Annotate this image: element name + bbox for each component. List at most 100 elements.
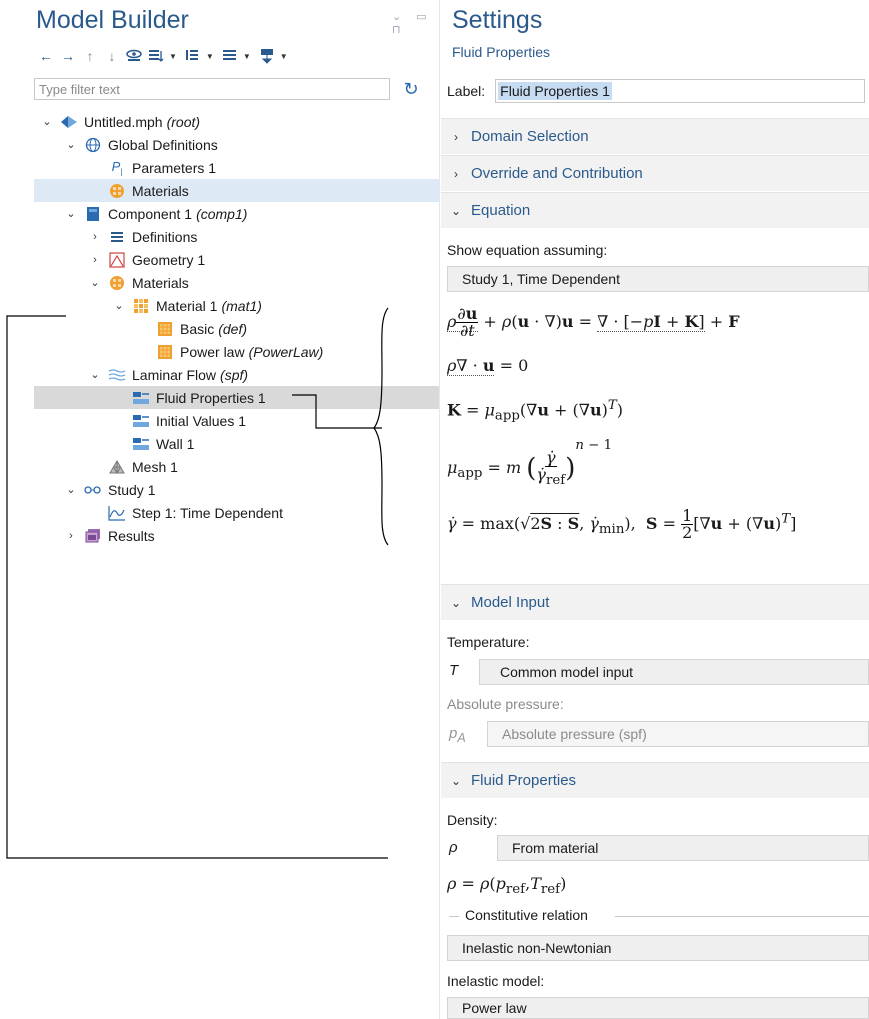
chevron-right-icon: › — [454, 166, 458, 181]
laminar-flow-icon — [108, 367, 126, 383]
forward-arrow-icon[interactable]: → — [58, 46, 78, 66]
section-domain-selection[interactable]: › Domain Selection — [441, 118, 869, 154]
tree-node[interactable]: ⌄ Materials — [34, 271, 439, 294]
section-title: Model Input — [471, 594, 550, 611]
inelastic-model-label: Inelastic model: — [447, 973, 545, 989]
tree-node-label: Material 1 — [156, 297, 218, 314]
section-title: Override and Contribution — [471, 165, 643, 182]
chevron-down-icon[interactable]: ⌄ — [88, 368, 102, 381]
temperature-symbol: T — [449, 662, 459, 679]
density-equation: ρ = ρ(pref,Tref) — [447, 874, 567, 898]
back-arrow-icon[interactable]: ← — [36, 46, 56, 66]
tree-node[interactable]: Step 1: Time Dependent — [34, 501, 439, 524]
mesh-icon — [108, 459, 126, 475]
chevron-down-icon[interactable]: ⌄ — [64, 207, 78, 220]
chevron-down-icon[interactable]: ⌄ — [64, 483, 78, 496]
section-model-input[interactable]: ⌄ Model Input — [441, 584, 869, 620]
tree-node[interactable]: Materials — [34, 179, 439, 202]
model-builder-panel: Model Builder ⌄ ▭ ⊓ ← → ↑ ↓ ▼ ▼ ▼ ▼ Type… — [34, 0, 440, 1019]
definitions-icon — [108, 229, 126, 245]
tree-node-label: Study 1 — [108, 481, 156, 498]
tree-node[interactable]: ⌄ Untitled.mph (root) — [34, 110, 439, 133]
section-title: Domain Selection — [471, 128, 589, 145]
move-up-icon[interactable]: ↑ — [80, 46, 100, 66]
filter-input[interactable]: Type filter text — [34, 78, 390, 100]
section-override-contribution[interactable]: › Override and Contribution — [441, 155, 869, 191]
tree-node[interactable]: ⌄ Laminar Flow (spf) — [34, 363, 439, 386]
tree-node-label: Parameters 1 — [132, 159, 217, 176]
model-builder-title: Model Builder — [36, 6, 189, 34]
geometry-icon — [108, 251, 126, 268]
window-controls[interactable]: ⌄ ▭ ⊓ — [392, 10, 439, 36]
tree-node-tag: (comp1) — [196, 205, 248, 222]
absolute-pressure-select: Absolute pressure (spf) — [487, 721, 869, 747]
section-title: Equation — [471, 202, 531, 219]
inelastic-model-select[interactable]: Power law — [447, 997, 869, 1019]
expand-sections-icon[interactable] — [146, 46, 166, 66]
move-down-icon[interactable]: ↓ — [102, 46, 122, 66]
group-rule — [449, 916, 459, 917]
temperature-select[interactable]: Common model input — [479, 659, 869, 685]
chevron-down-icon[interactable]: ▼ — [169, 52, 177, 61]
tree-node-label: Mesh 1 — [132, 458, 178, 475]
tree-node[interactable]: Fluid Properties 1 — [34, 386, 439, 409]
tree-node[interactable]: ⌄ Material 1 (mat1) — [34, 294, 439, 317]
materials-icon — [108, 275, 126, 291]
refresh-icon[interactable]: ↻ — [400, 78, 422, 100]
constitutive-relation-label: Constitutive relation — [465, 907, 588, 923]
results-icon — [84, 528, 102, 544]
section-equation[interactable]: ⌄ Equation — [441, 192, 869, 228]
tree-node[interactable]: Initial Values 1 — [34, 409, 439, 432]
chevron-down-icon[interactable]: ▼ — [280, 52, 288, 61]
chevron-down-icon[interactable]: ⌄ — [64, 138, 78, 151]
group-rule — [615, 916, 869, 917]
show-more-options-icon[interactable] — [124, 46, 144, 66]
tree-node[interactable]: Basic (def) — [34, 317, 439, 340]
boundary-feature-icon — [132, 436, 150, 452]
tree-node[interactable]: › Geometry 1 — [34, 248, 439, 271]
chevron-down-icon[interactable]: ▼ — [243, 52, 251, 61]
chevron-right-icon[interactable]: › — [88, 231, 102, 243]
chevron-down-icon[interactable]: ▼ — [206, 52, 214, 61]
chevron-right-icon[interactable]: › — [88, 254, 102, 266]
tree-node-label: Results — [108, 527, 155, 544]
chevron-down-icon[interactable]: ⌄ — [40, 115, 54, 128]
shear-rate-equation: γ̇ = max(√2S : S, γ̇min), S = 1 2 [∇u + (∇… — [447, 506, 797, 542]
label-field[interactable]: Fluid Properties 1 — [495, 79, 866, 103]
constitutive-relation-select[interactable]: Inelastic non-Newtonian — [447, 935, 869, 961]
chevron-down-icon: ⌄ — [450, 203, 462, 218]
tree-node-label: Wall 1 — [156, 435, 195, 452]
component-icon — [84, 206, 102, 222]
model-root-icon — [60, 114, 78, 130]
settings-panel: Settings Fluid Properties Label: Fluid P… — [441, 0, 869, 1019]
chevron-down-icon[interactable]: ⌄ — [112, 299, 126, 312]
tree-node[interactable]: Mesh 1 — [34, 455, 439, 478]
chevron-down-icon[interactable]: ⌄ — [88, 276, 102, 289]
section-fluid-properties[interactable]: ⌄ Fluid Properties — [441, 762, 869, 798]
tree-node[interactable]: › Definitions — [34, 225, 439, 248]
settings-title: Settings — [452, 6, 543, 34]
tree-node[interactable]: Power law (PowerLaw) — [34, 340, 439, 363]
list-view-icon[interactable] — [220, 46, 240, 66]
tree-node[interactable]: P| Parameters 1 — [34, 156, 439, 179]
collapse-sections-icon[interactable] — [183, 46, 203, 66]
tree-node-label: Power law — [180, 343, 245, 360]
tree-node[interactable]: Wall 1 — [34, 432, 439, 455]
tree-node[interactable]: ⌄ Component 1 (comp1) — [34, 202, 439, 225]
section-title: Fluid Properties — [471, 772, 577, 789]
stress-equation: K = μapp(∇u + (∇u)T) — [447, 398, 623, 424]
tree-node-tag: (mat1) — [221, 297, 262, 314]
tree-node-label: Step 1: Time Dependent — [132, 504, 283, 521]
materials-icon — [108, 183, 126, 199]
model-tree: ⌄ Untitled.mph (root) ⌄ Global Definitions P|… — [34, 110, 439, 547]
build-node-icon[interactable] — [257, 46, 277, 66]
tree-node[interactable]: › Results — [34, 524, 439, 547]
tree-node[interactable]: ⌄ Study 1 — [34, 478, 439, 501]
settings-subtitle: Fluid Properties — [452, 44, 551, 60]
chevron-right-icon[interactable]: › — [64, 530, 78, 542]
density-select[interactable]: From material — [497, 835, 869, 861]
tree-node[interactable]: ⌄ Global Definitions — [34, 133, 439, 156]
show-equation-label: Show equation assuming: — [447, 242, 608, 258]
study-select[interactable]: Study 1, Time Dependent — [447, 266, 869, 292]
tree-node-label: Untitled.mph — [84, 113, 163, 130]
